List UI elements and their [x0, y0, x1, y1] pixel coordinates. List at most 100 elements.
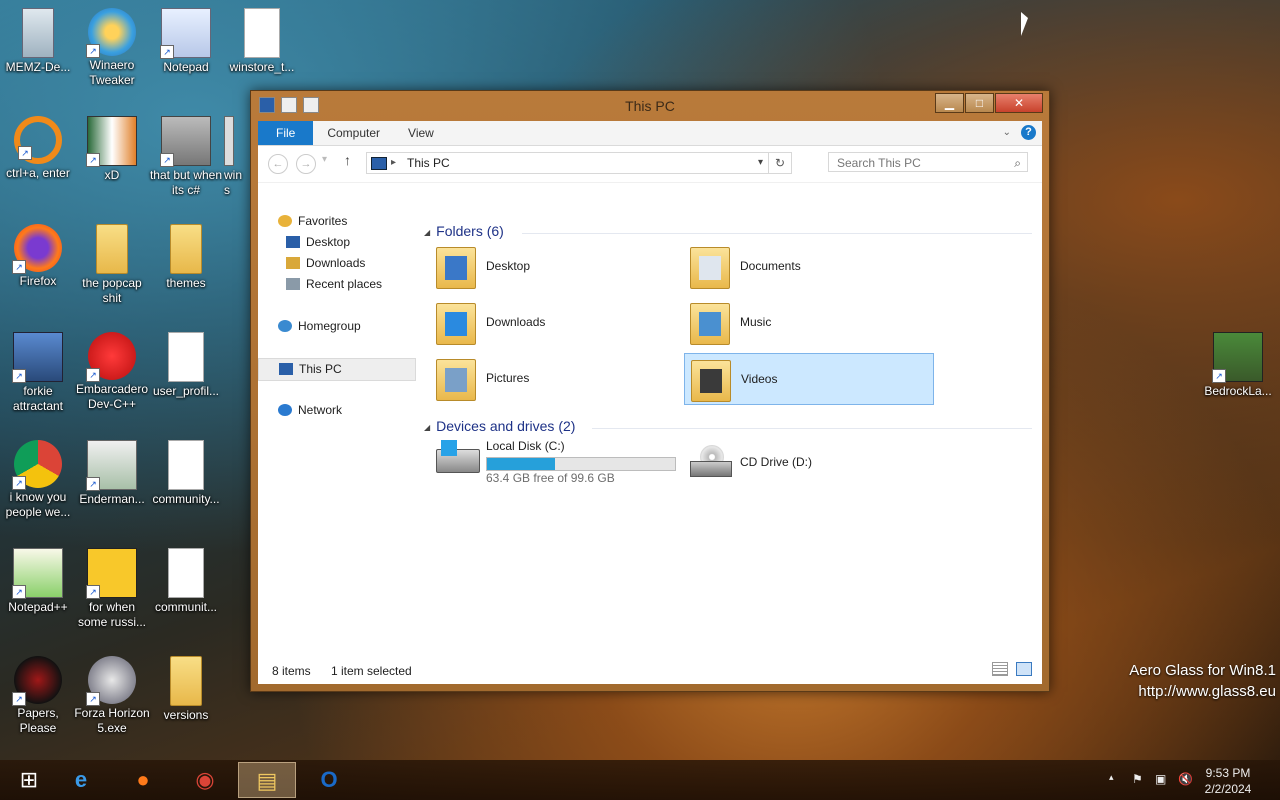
window-client: File Computer View ⌄ ? ← → ▾ ↑ ▸ This PC…: [258, 121, 1042, 684]
breadcrumb-separator-icon[interactable]: ▸: [391, 153, 396, 173]
desktop-shortcut[interactable]: themes: [148, 224, 224, 291]
taskbar-file-explorer-icon[interactable]: ▤: [238, 762, 296, 798]
desktop-shortcut-label: ctrl+a, enter: [6, 166, 70, 180]
nav-item-homegroup[interactable]: Homegroup: [258, 316, 414, 337]
taskbar-internet-explorer-icon[interactable]: e: [52, 762, 110, 798]
flash-icon: ↗: [86, 656, 136, 706]
desktop-shortcut[interactable]: ↗ Notepad++: [0, 548, 76, 615]
folder-icon: [96, 224, 128, 274]
forward-button[interactable]: →: [296, 154, 316, 174]
folder-desktop[interactable]: Desktop: [430, 241, 680, 293]
desktop-shortcut[interactable]: ↗ xD: [74, 116, 150, 183]
desktop-shortcut[interactable]: versions: [148, 656, 224, 723]
address-bar[interactable]: ▸ This PC ▾ ↻: [366, 152, 792, 174]
details-view-button[interactable]: [992, 662, 1008, 676]
up-arrow-icon[interactable]: ↑: [344, 152, 351, 168]
title-bar[interactable]: This PC ▁ □ ✕: [251, 91, 1049, 121]
group-header-drives[interactable]: ◢ Devices and drives (2): [424, 418, 1032, 438]
folder-icon: [170, 224, 202, 274]
notepad-icon: ↗: [160, 8, 211, 59]
desktop-shortcut[interactable]: community...: [148, 440, 224, 507]
divider: [592, 428, 1032, 429]
minecraft-icon: ↗: [1212, 332, 1263, 383]
desktop-shortcut[interactable]: MEMZ-De...: [0, 8, 76, 75]
nav-item-downloads[interactable]: Downloads: [258, 253, 414, 274]
chevron-down-icon[interactable]: ▾: [758, 153, 763, 173]
folder-documents[interactable]: Documents: [684, 241, 934, 293]
nav-item-desktop[interactable]: Desktop: [258, 232, 414, 253]
tray-chevron-icon[interactable]: ▴: [1109, 772, 1114, 783]
videos-folder-icon: [691, 360, 731, 402]
nav-item-network[interactable]: Network: [258, 400, 414, 421]
volume-muted-icon[interactable]: 🔇: [1178, 772, 1193, 786]
group-header-folders[interactable]: ◢ Folders (6): [424, 223, 1032, 243]
desktop-shortcut[interactable]: winstore_t...: [224, 8, 300, 75]
nav-item-this-pc[interactable]: This PC: [258, 358, 416, 381]
desktop-shortcut[interactable]: ↗ Notepad: [148, 8, 224, 75]
folder-music[interactable]: Music: [684, 297, 934, 349]
taskbar-start-button-icon[interactable]: ⊞: [0, 762, 58, 798]
folder-name: Desktop: [486, 259, 531, 273]
network-icon[interactable]: ▣: [1155, 772, 1166, 786]
taskbar-firefox-icon[interactable]: ●: [114, 762, 172, 798]
desktop-shortcut[interactable]: wins: [224, 116, 246, 198]
desktop-shortcut[interactable]: ↗ Firefox: [0, 224, 76, 289]
nav-item-recent-places[interactable]: Recent places: [258, 274, 414, 295]
music-folder-icon: [690, 303, 730, 345]
search-icon[interactable]: ⌕: [1014, 153, 1021, 173]
desktop-shortcut[interactable]: ↗ Papers, Please: [0, 656, 76, 736]
minimize-button[interactable]: ▁: [935, 93, 964, 113]
content-pane: ◢ Folders (6) Desktop Documents Downloads Mu…: [424, 217, 1042, 656]
selection-count: 1 item selected: [331, 664, 412, 678]
desktop-shortcut[interactable]: ↗ Embarcadero Dev-C++: [74, 332, 150, 412]
large-icons-view-button[interactable]: [1016, 662, 1032, 676]
clock[interactable]: 9:53 PM 2/2/2024: [1198, 765, 1258, 797]
folder-downloads[interactable]: Downloads: [430, 297, 680, 349]
drive-c[interactable]: Local Disk (C:) 63.4 GB free of 99.6 GB: [430, 437, 680, 489]
refresh-button[interactable]: ↻: [768, 153, 791, 173]
shortcut-arrow-icon: ↗: [86, 153, 100, 167]
tab-file[interactable]: File: [258, 121, 314, 145]
taskbar-chrome-icon[interactable]: ◉: [176, 762, 234, 798]
desktop-shortcut[interactable]: communit...: [148, 548, 224, 615]
expand-ribbon-icon[interactable]: ⌄: [1003, 127, 1011, 138]
folder-pictures[interactable]: Pictures: [430, 353, 680, 405]
desktop-shortcut[interactable]: the popcap shit: [74, 224, 150, 306]
desktop-shortcut[interactable]: ↗ forkie attractant: [0, 332, 76, 414]
documents-folder-icon: [690, 247, 730, 289]
search-input[interactable]: Search This PC ⌕: [828, 152, 1028, 172]
desktop-shortcut[interactable]: ↗ Winaero Tweaker: [74, 8, 150, 88]
back-button[interactable]: ←: [268, 154, 288, 174]
taskbar-outlook-icon[interactable]: O: [300, 762, 358, 798]
shortcut-arrow-icon: ↗: [12, 260, 26, 274]
desktop-shortcut[interactable]: ↗ BedrockLa...: [1200, 332, 1276, 399]
divider: [522, 233, 1032, 234]
help-icon[interactable]: ?: [1021, 125, 1036, 140]
computer-icon: [371, 157, 387, 170]
nav-item-favorites[interactable]: Favorites: [258, 211, 414, 232]
collapse-triangle-icon[interactable]: ◢: [424, 423, 430, 432]
recent-locations-icon[interactable]: ▾: [322, 154, 327, 165]
shortcut-arrow-icon: ↗: [86, 477, 100, 491]
collapse-triangle-icon[interactable]: ◢: [424, 228, 430, 237]
desktop-shortcut[interactable]: ↗ Enderman...: [74, 440, 150, 507]
breadcrumb-this-pc[interactable]: This PC: [407, 153, 450, 173]
folder-videos[interactable]: Videos: [684, 353, 934, 405]
document-icon: [168, 332, 204, 382]
folder-name: Videos: [741, 372, 778, 386]
maximize-button[interactable]: □: [965, 93, 994, 113]
desktop-shortcut[interactable]: user_profil...: [148, 332, 224, 399]
desktop-shortcut[interactable]: ↗ Forza Horizon 5.exe: [74, 656, 150, 736]
action-center-flag-icon[interactable]: ⚑: [1132, 772, 1143, 786]
tab-view[interactable]: View: [394, 121, 448, 145]
ribbon-tabs: File Computer View ⌄ ?: [258, 121, 1042, 146]
desktop-shortcut[interactable]: ↗ ctrl+a, enter: [0, 116, 76, 181]
desktop-shortcut[interactable]: ↗ i know you people we...: [0, 440, 76, 520]
drive-d[interactable]: CD Drive (D:): [684, 437, 934, 489]
tab-computer[interactable]: Computer: [313, 121, 394, 145]
desktop-shortcut[interactable]: ↗ for when some russi...: [74, 548, 150, 630]
desktop-shortcut[interactable]: ↗ that but when its c#: [148, 116, 224, 198]
folder-name: Pictures: [486, 371, 530, 385]
shortcut-arrow-icon: ↗: [160, 45, 174, 59]
close-button[interactable]: ✕: [995, 93, 1043, 113]
